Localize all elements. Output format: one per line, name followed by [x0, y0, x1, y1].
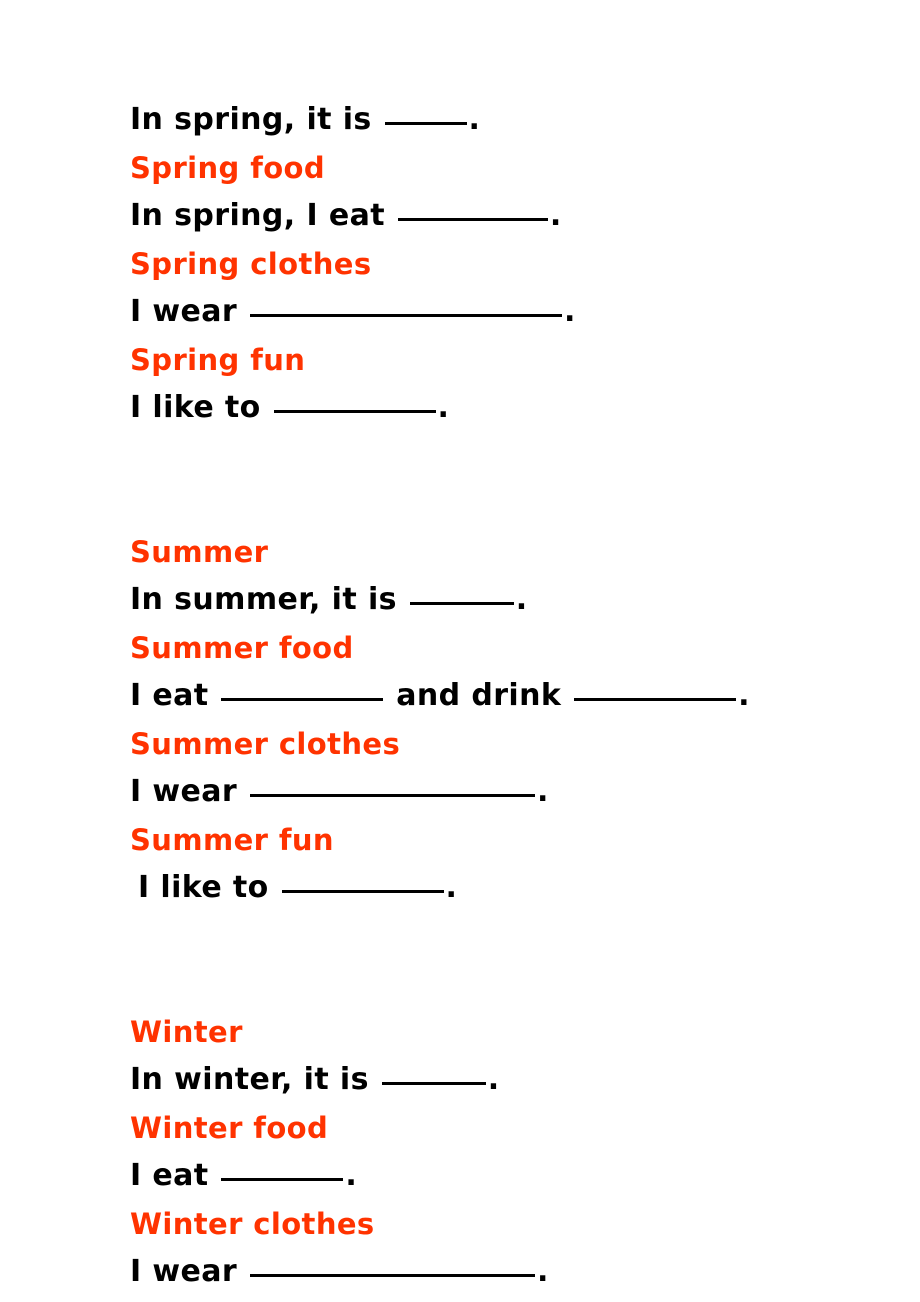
summer-food-sentence: I eat and drink . [130, 672, 880, 720]
winter-season-heading: Winter [130, 1015, 243, 1049]
winter-weather-blank[interactable] [381, 1082, 486, 1085]
spring-clothes-text-after: . [563, 294, 576, 329]
spring-clothes-sentence: I wear . [130, 288, 880, 336]
winter-food-heading: Winter food [130, 1111, 329, 1145]
summer-food-heading: Summer food [130, 631, 354, 665]
winter-clothes-text-before: I wear [130, 1254, 248, 1289]
summer-fun-text-after: . [445, 870, 458, 905]
spring-fun-text-before: I like to [130, 390, 272, 425]
summer-food-blank-drink[interactable] [574, 698, 737, 701]
section-gap-summer-winter [130, 912, 880, 1008]
section-gap-spring-summer [130, 432, 880, 528]
summer-weather-sentence: In summer, it is . [130, 576, 880, 624]
winter-food-text-after: . [345, 1158, 358, 1193]
summer-fun-text-before: I like to [138, 870, 280, 905]
summer-weather-blank[interactable] [409, 602, 514, 605]
winter-weather-text-before: In winter, it is [130, 1062, 380, 1097]
spring-food-sentence: In spring, I eat . [130, 192, 880, 240]
winter-clothes-heading: Winter clothes [130, 1207, 375, 1241]
winter-weather-text-after: . [487, 1062, 500, 1097]
spring-clothes-heading: Spring clothes [130, 247, 372, 281]
spring-food-heading: Spring food [130, 151, 326, 185]
spring-clothes-blank[interactable] [249, 314, 562, 317]
spring-food-blank[interactable] [397, 218, 548, 221]
summer-food-text-middle: and drink [385, 678, 573, 713]
spring-clothes-text-before: I wear [130, 294, 248, 329]
winter-weather-sentence: In winter, it is . [130, 1056, 880, 1104]
summer-clothes-text-before: I wear [130, 774, 248, 809]
winter-food-text-before: I eat [130, 1158, 220, 1193]
spring-fun-text-after: . [437, 390, 450, 425]
spring-weather-blank[interactable] [384, 122, 467, 125]
summer-clothes-heading: Summer clothes [130, 727, 401, 761]
spring-food-text-before: In spring, I eat [130, 198, 396, 233]
worksheet-page: In spring, it is . Spring food In spring… [0, 0, 920, 1302]
summer-fun-sentence: I like to . [130, 864, 880, 912]
summer-season-heading: Summer [130, 535, 269, 569]
spring-weather-text-before: In spring, it is [130, 102, 383, 137]
summer-weather-text-after: . [515, 582, 528, 617]
winter-food-sentence: I eat . [130, 1152, 880, 1200]
winter-clothes-blank[interactable] [249, 1274, 535, 1277]
spring-fun-heading: Spring fun [130, 343, 306, 377]
winter-clothes-sentence: I wear . [130, 1248, 880, 1296]
summer-clothes-sentence: I wear . [130, 768, 880, 816]
winter-clothes-text-after: . [536, 1254, 549, 1289]
summer-food-text-after: . [738, 678, 750, 713]
winter-food-blank[interactable] [221, 1178, 344, 1181]
spring-fun-sentence: I like to . [130, 384, 880, 432]
summer-fun-heading: Summer fun [130, 823, 334, 857]
summer-food-text-before: I eat [130, 678, 220, 713]
summer-fun-blank[interactable] [281, 890, 444, 893]
summer-clothes-blank[interactable] [249, 794, 535, 797]
spring-fun-blank[interactable] [273, 410, 436, 413]
spring-weather-sentence: In spring, it is . [130, 96, 880, 144]
spring-weather-text-after: . [468, 102, 481, 137]
summer-food-blank-eat[interactable] [221, 698, 384, 701]
summer-clothes-text-after: . [536, 774, 549, 809]
spring-food-text-after: . [549, 198, 562, 233]
summer-weather-text-before: In summer, it is [130, 582, 408, 617]
worksheet-body: In spring, it is . Spring food In spring… [130, 96, 880, 1296]
